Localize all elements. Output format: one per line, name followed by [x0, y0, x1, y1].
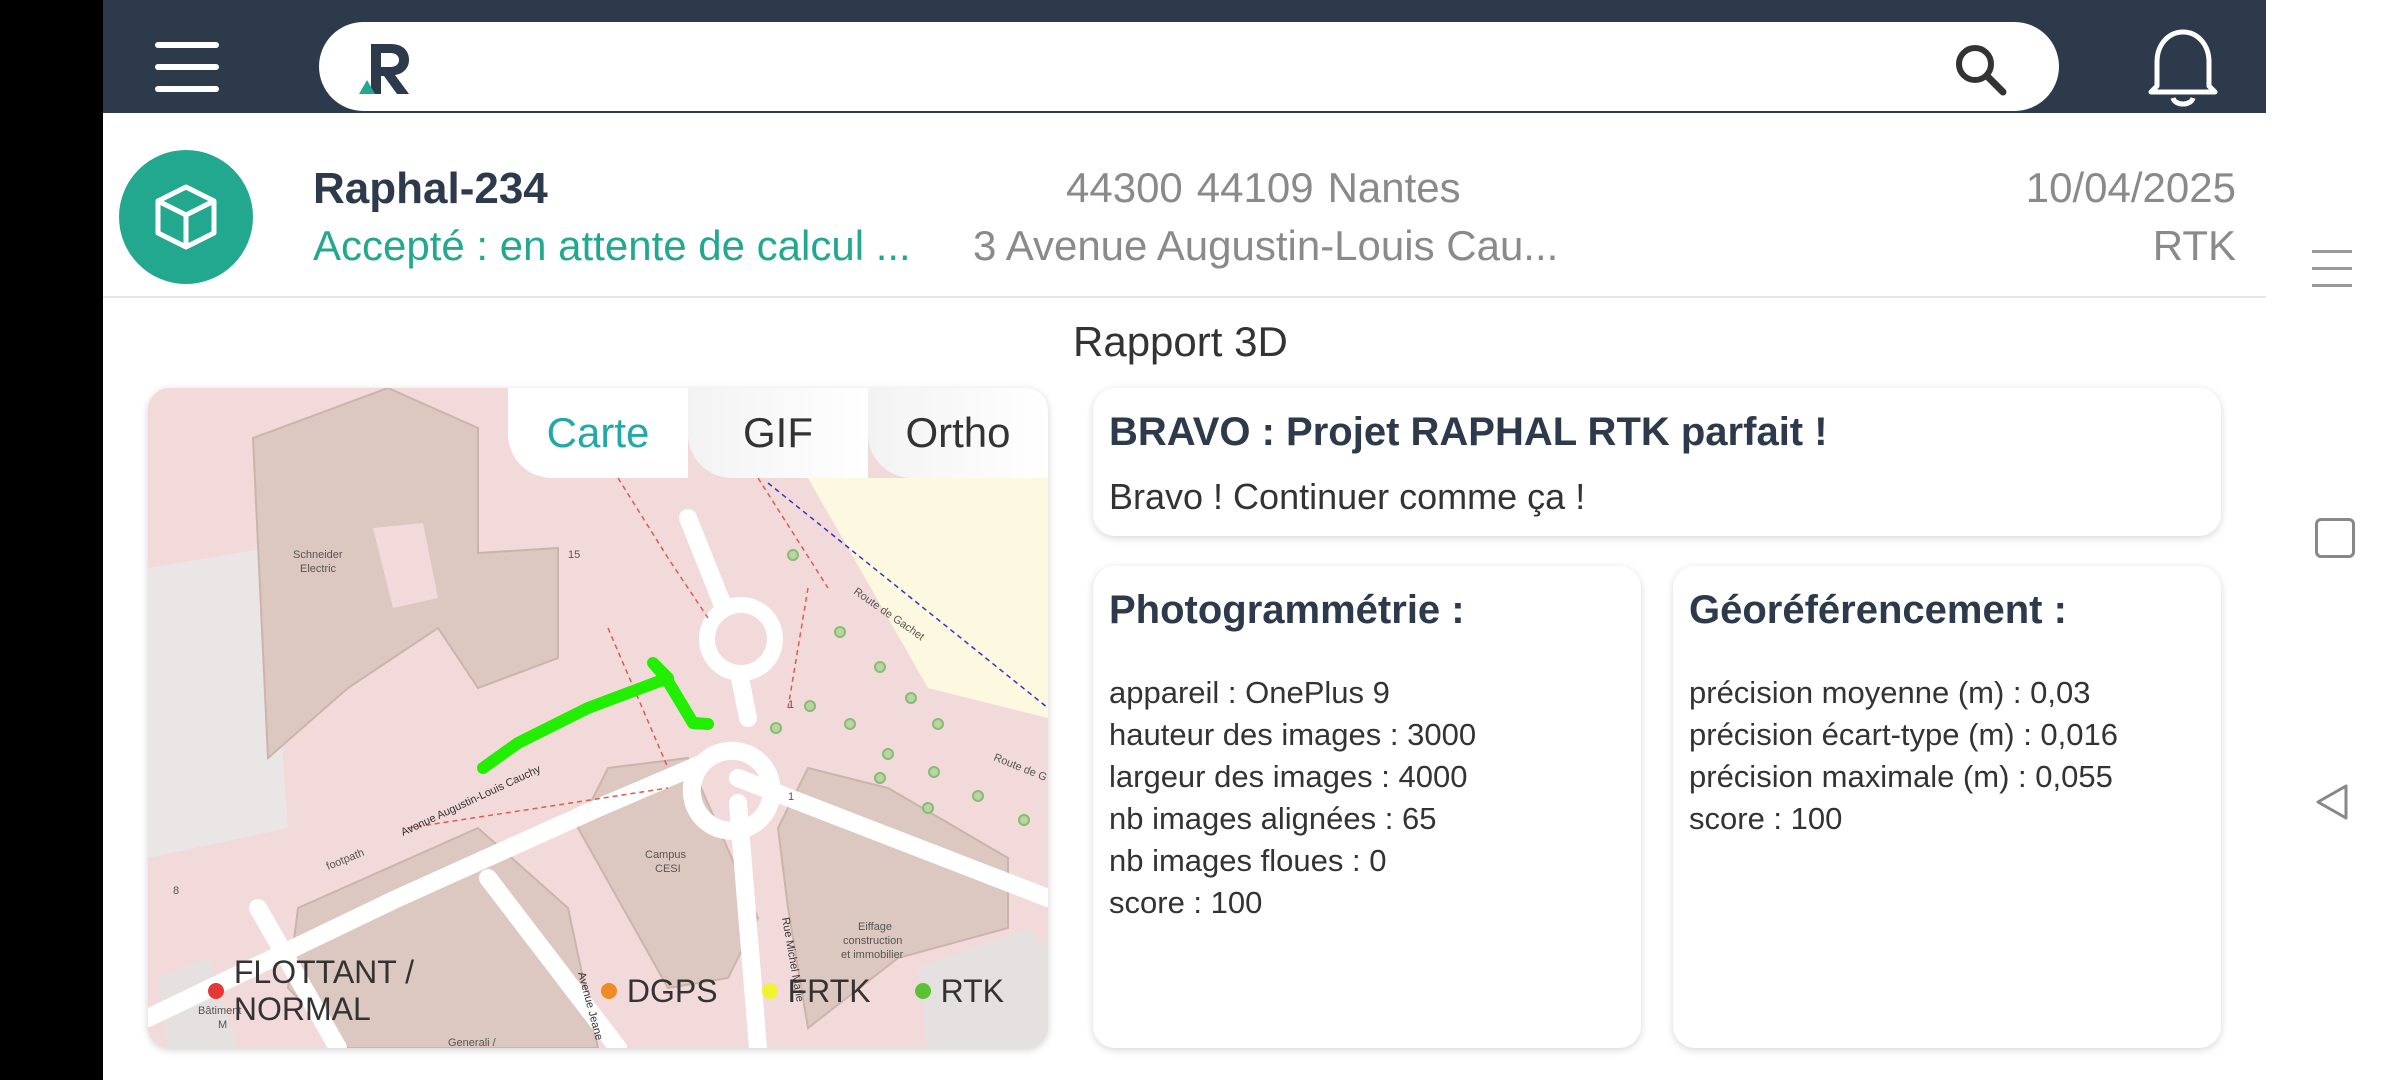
insee-code: 44109 [1196, 164, 1314, 211]
nav-home-icon[interactable] [2315, 518, 2355, 558]
legend-item-rtk: RTK [914, 972, 1004, 1010]
city: Nantes [1327, 164, 1461, 211]
georeferencing-title: Géoréférencement : [1689, 588, 2067, 632]
georef-line: score : 100 [1689, 801, 1843, 836]
map-label-number-8: 8 [173, 885, 179, 897]
cube-icon [155, 184, 217, 250]
photogrammetry-details: appareil : OnePlus 9 hauteur des images … [1109, 672, 1476, 924]
project-location: 44300 44109 Nantes [1066, 164, 1475, 212]
tab-gif[interactable]: GIF [688, 388, 868, 478]
georeferencing-details: précision moyenne (m) : 0,03 précision é… [1689, 672, 2118, 840]
map-label-number-15: 15 [568, 549, 580, 561]
raphal-logo-icon [359, 44, 409, 94]
photogrammetry-line: appareil : OnePlus 9 [1109, 675, 1390, 710]
top-app-bar [103, 0, 2266, 113]
tab-carte[interactable]: Carte [508, 388, 688, 478]
georef-line: précision écart-type (m) : 0,016 [1689, 717, 2119, 752]
photogrammetry-line: score : 100 [1109, 885, 1263, 920]
legend-dot-red [208, 983, 224, 999]
map-label-campus: Campus [645, 849, 686, 861]
photogrammetry-line: nb images floues : 0 [1109, 843, 1387, 878]
search-bar[interactable] [319, 22, 2059, 111]
map-panel[interactable]: Schneider Electric Campus CESI Eiffage c… [148, 388, 1048, 1048]
project-mode: RTK [2152, 222, 2236, 269]
legend-dot-orange [600, 983, 617, 999]
photogrammetry-line: nb images alignées : 65 [1109, 801, 1437, 836]
bell-icon[interactable] [2143, 24, 2223, 110]
project-header[interactable]: Raphal-234 Accepté : en attente de calcu… [103, 134, 2266, 298]
legend-label: DGPS [626, 972, 718, 1009]
map-view[interactable]: Schneider Electric Campus CESI Eiffage c… [148, 388, 1048, 1048]
photogrammetry-card: Photogrammétrie : appareil : OnePlus 9 h… [1093, 566, 1641, 1048]
map-legend: FLOTTANT / NORMAL DGPS FRTK RTK [208, 954, 1048, 1028]
bravo-message: Bravo ! Continuer comme ça ! [1109, 476, 1586, 517]
photogrammetry-line: largeur des images : 4000 [1109, 759, 1468, 794]
nav-recents-menu-icon[interactable] [2312, 250, 2352, 288]
project-address: 3 Avenue Augustin-Louis Cau... [973, 222, 1559, 269]
legend-dot-yellow [761, 983, 778, 999]
georef-line: précision moyenne (m) : 0,03 [1689, 675, 2091, 710]
map-label-electric: Electric [300, 563, 337, 575]
report-title: Rapport 3D [1073, 318, 1288, 365]
georef-line: précision maximale (m) : 0,055 [1689, 759, 2113, 794]
bravo-title: BRAVO : Projet RAPHAL RTK parfait ! [1109, 410, 1828, 454]
map-label-cesi: CESI [655, 863, 681, 875]
search-icon[interactable] [1953, 42, 2009, 98]
legend-label: FLOTTANT / NORMAL [233, 954, 415, 1027]
photogrammetry-line: hauteur des images : 3000 [1109, 717, 1477, 752]
map-label-generali: Generali / [448, 1037, 497, 1048]
map-label-number-1b: 1 [788, 699, 794, 711]
menu-icon[interactable] [155, 42, 219, 92]
legend-item-flottant: FLOTTANT / NORMAL [208, 954, 557, 1028]
georeferencing-card: Géoréférencement : précision moyenne (m)… [1673, 566, 2221, 1048]
legend-label: FRTK [787, 972, 871, 1009]
legend-item-frtk: FRTK [761, 972, 871, 1010]
map-label-schneider: Schneider [293, 549, 343, 561]
project-status: Accepté : en attente de calcul ... [313, 222, 911, 269]
map-label-eiffage-1: Eiffage [858, 921, 892, 933]
project-avatar [119, 150, 253, 284]
bravo-card: BRAVO : Projet RAPHAL RTK parfait ! Brav… [1093, 388, 2221, 536]
search-input[interactable] [429, 36, 1933, 98]
photogrammetry-title: Photogrammétrie : [1109, 588, 1465, 632]
legend-label: RTK [940, 972, 1004, 1009]
map-label-eiffage-2: construction [843, 935, 902, 947]
map-tabs: Carte GIF Ortho [508, 388, 1048, 478]
map-label-number-1a: 1 [788, 791, 794, 803]
project-date: 10/04/2025 [2025, 164, 2236, 211]
postal-code: 44300 [1066, 164, 1183, 211]
legend-item-dgps: DGPS [600, 972, 718, 1010]
nav-back-icon[interactable] [2312, 782, 2352, 822]
left-screen-edge [0, 0, 103, 1080]
legend-dot-green [914, 983, 931, 999]
tab-ortho[interactable]: Ortho [868, 388, 1048, 478]
project-name: Raphal-234 [313, 164, 548, 213]
